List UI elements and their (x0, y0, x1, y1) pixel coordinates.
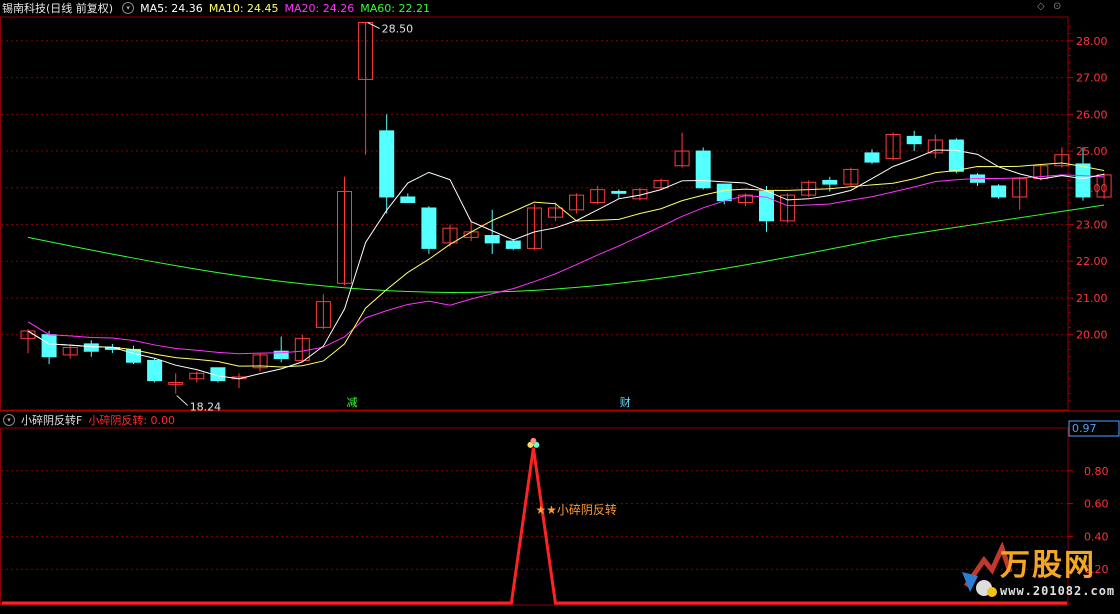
candle-body (759, 190, 774, 222)
brand-name: 万股网 (1000, 548, 1096, 583)
candle-body (147, 359, 163, 382)
candle-body (695, 150, 711, 189)
ma5-label: MA5: 24.36 (140, 1, 203, 15)
settings-icon[interactable]: ⊙ (1053, 1, 1061, 12)
ma20-line (27, 174, 1105, 355)
ma10-line (27, 162, 1105, 368)
ma10-label: MA10: 24.45 (208, 1, 279, 15)
candle-body (864, 152, 880, 163)
candle-body (505, 240, 521, 249)
ma60-line (27, 204, 1105, 293)
brand-url: www.201082.com (1000, 584, 1116, 598)
event-marker-jian: 减 (347, 396, 358, 409)
candle-body (1075, 163, 1091, 198)
stock-name: 锡南科技(日线 前复权) (2, 2, 114, 15)
candle-body (126, 348, 141, 363)
ma20-label: MA20: 24.26 (284, 1, 355, 15)
kline-chart[interactable]: 28.0027.0026.0025.0024.0023.0022.0021.00… (0, 0, 1120, 610)
chevron-down-icon[interactable]: ▾ (3, 414, 15, 426)
price-tick-label: 26.00 (1076, 108, 1108, 121)
candle-body (822, 179, 838, 185)
ma5-line (27, 149, 1105, 380)
price-tick-label: 23.00 (1076, 219, 1108, 232)
candle-body (83, 343, 99, 352)
indicator-tick-label: 0.80 (1084, 465, 1109, 478)
candle-body (948, 139, 964, 172)
signal-dot (530, 437, 537, 444)
diamond-icon[interactable]: ◇ (1037, 1, 1045, 12)
max-price-label: 28.50 (382, 23, 414, 36)
indicator-title: 小碎阴反转F (21, 414, 83, 427)
price-tick-label: 27.00 (1076, 72, 1108, 85)
candle-body (484, 235, 500, 244)
indicator-tick-label: 0.60 (1084, 498, 1109, 511)
ma60-label: MA60: 22.21 (360, 1, 430, 15)
min-price-pointer (176, 395, 189, 406)
min-price-label: 18.24 (190, 400, 222, 413)
candle-body (611, 190, 627, 194)
candle-body (716, 183, 732, 202)
candle-body (991, 185, 1007, 198)
price-tick-label: 28.00 (1076, 35, 1108, 48)
candle-body (906, 135, 922, 145)
indicator-current-value: 0.97 (1072, 422, 1097, 435)
indicator-value-label: 小碎阴反转: 0.00 (88, 414, 176, 427)
chevron-down-icon[interactable]: ▾ (122, 2, 135, 14)
event-marker-cai: 财 (620, 395, 631, 409)
candle-body (400, 196, 416, 203)
chart-stage[interactable]: 28.00 27.00 26.00 25.00 24.00 23.00 22.00 21.00… (0, 0, 1120, 610)
price-tick-label: 21.00 (1076, 292, 1108, 305)
price-tick-label: 22.00 (1076, 255, 1108, 268)
signal-label: ★★小碎阴反转 (535, 502, 617, 517)
candle-body (421, 207, 437, 249)
max-price-pointer (367, 22, 380, 29)
price-tick-label: 20.00 (1076, 329, 1108, 342)
candle-body (41, 334, 57, 358)
indicator-header: ▾ 小碎阴反转F 小碎阴反转: 0.00 (0, 412, 181, 428)
candle-body (379, 130, 395, 198)
main-chart-header: 锡南科技(日线 前复权) ▾ MA5: 24.36 MA10: 24.45 MA… (0, 0, 436, 16)
price-tick-label: 25.00 (1076, 145, 1108, 158)
